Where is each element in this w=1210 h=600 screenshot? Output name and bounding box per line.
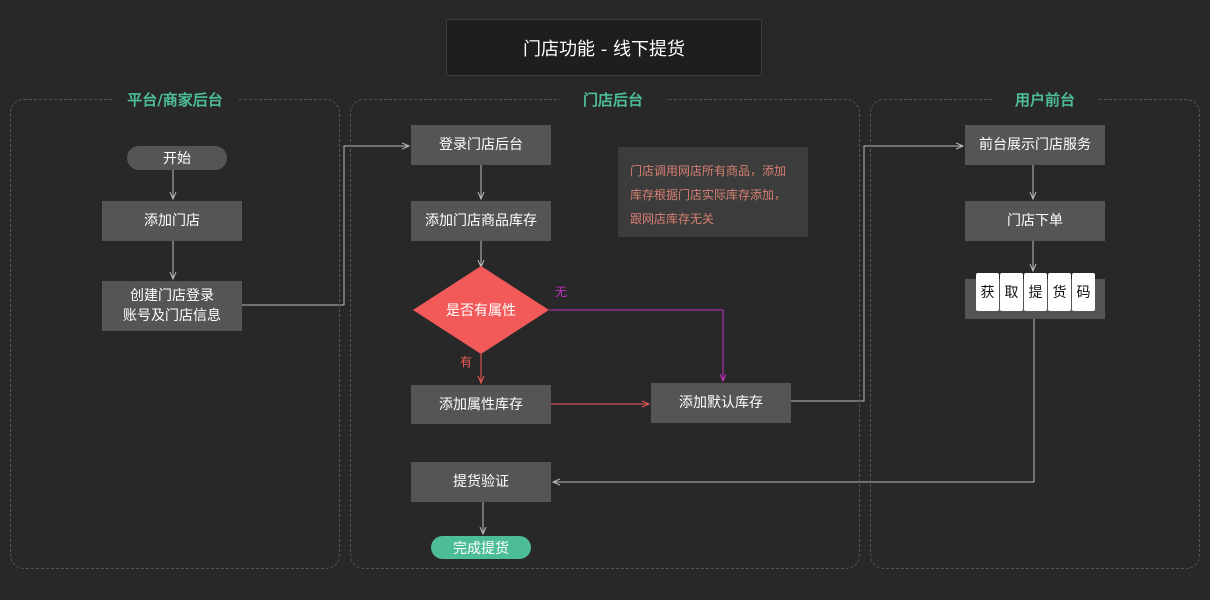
add-default-stock-node: 添加默认库存	[651, 383, 791, 423]
has-attribute-label: 是否有属性	[446, 303, 516, 319]
lane-store-title: 门店后台	[560, 89, 666, 111]
create-account-node: 创建门店登录 账号及门店信息	[102, 281, 242, 331]
stock-note-line3: 跟网店库存无关	[630, 212, 715, 226]
edge-label-yes: 有	[460, 355, 473, 369]
add-store-node: 添加门店	[102, 201, 242, 241]
place-order-node: 门店下单	[965, 201, 1105, 241]
create-account-line2: 账号及门店信息	[123, 308, 221, 324]
stock-note: 门店调用网店所有商品，添加 库存根据门店实际库存添加， 跟网店库存无关	[618, 147, 808, 237]
stock-note-line2: 库存根据门店实际库存添加，	[630, 188, 787, 202]
edge-label-no: 无	[555, 285, 568, 299]
lane-user	[870, 99, 1200, 569]
pickup-code-char: 码	[1072, 273, 1095, 311]
diagram-title: 门店功能 - 线下提货	[446, 19, 762, 76]
add-goods-stock-node: 添加门店商品库存	[411, 201, 551, 241]
pickup-code-char: 提	[1024, 273, 1047, 311]
start-node: 开始	[127, 146, 227, 170]
finish-pickup-node: 完成提货	[431, 536, 531, 559]
pickup-verify-node: 提货验证	[411, 462, 551, 502]
front-show-node: 前台展示门店服务	[965, 125, 1105, 165]
create-account-line1: 创建门店登录	[130, 288, 214, 304]
lane-platform-title: 平台/商家后台	[112, 89, 238, 111]
login-store-node: 登录门店后台	[411, 125, 551, 165]
add-attr-stock-node: 添加属性库存	[411, 385, 551, 424]
flowchart-canvas: 门店功能 - 线下提货 平台/商家后台 门店后台 用户前台 开始 添加门店 创建…	[0, 0, 1210, 600]
pickup-code-char: 获	[976, 273, 999, 311]
pickup-code-char: 货	[1048, 273, 1071, 311]
lane-user-title: 用户前台	[992, 89, 1098, 111]
pickup-code-char: 取	[1000, 273, 1023, 311]
stock-note-line1: 门店调用网店所有商品，添加	[630, 164, 787, 178]
